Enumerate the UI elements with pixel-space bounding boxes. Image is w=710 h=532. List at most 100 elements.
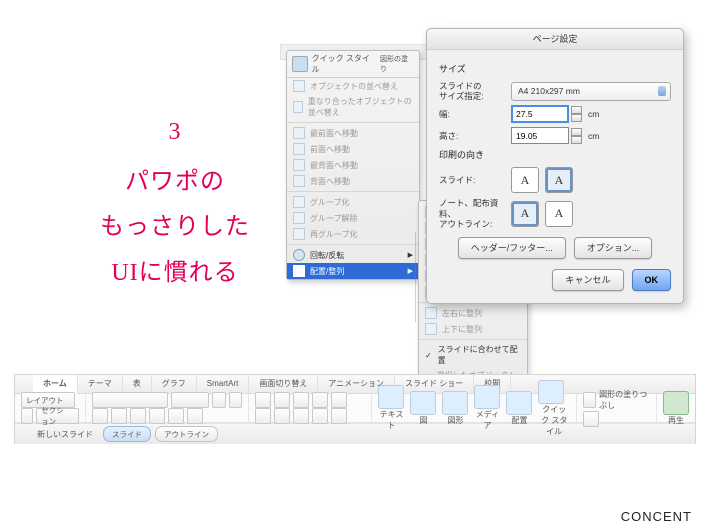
ins-arrange[interactable]: [506, 391, 532, 415]
indent-dec[interactable]: [293, 392, 309, 408]
notes-portrait[interactable]: A: [511, 201, 539, 227]
new-slide-small[interactable]: [19, 427, 33, 441]
dialog-title: ページ設定: [427, 29, 683, 50]
height-stepper[interactable]: [571, 128, 582, 144]
line-spacing[interactable]: [331, 392, 347, 408]
new-slide-button[interactable]: [21, 408, 33, 424]
strike-button[interactable]: [149, 408, 165, 424]
align-j[interactable]: [312, 408, 328, 424]
apple-icon[interactable]: [15, 375, 33, 393]
separator: [419, 339, 527, 340]
slide-orient-label: スライド:: [439, 175, 511, 185]
menu-regroup[interactable]: 再グループ化: [287, 226, 419, 242]
slide-portrait[interactable]: A: [511, 167, 539, 193]
separator: [287, 191, 419, 192]
ins-picture[interactable]: [410, 391, 436, 415]
tab-theme[interactable]: テーマ: [78, 375, 123, 393]
header-footer-button[interactable]: ヘッダー/フッター...: [458, 237, 566, 259]
ribbon-groups: レイアウト セクション: [15, 394, 695, 423]
relative-slide[interactable]: ✓スライドに合わせて配置: [419, 342, 527, 368]
bullets[interactable]: [255, 392, 271, 408]
tab-table[interactable]: 表: [123, 375, 152, 393]
numbering[interactable]: [274, 392, 290, 408]
distribute-v[interactable]: 上下に整列: [419, 321, 527, 337]
width-input[interactable]: [511, 105, 569, 123]
menu-rotate[interactable]: 回転/反転▶: [287, 247, 419, 263]
separator: [287, 122, 419, 123]
fill-label[interactable]: 図形の塗り: [380, 54, 414, 74]
tab-chart[interactable]: グラフ: [152, 375, 197, 393]
ins-quickstyle[interactable]: [538, 380, 564, 404]
font-select[interactable]: [92, 392, 167, 408]
view-outline-pill[interactable]: アウトライン: [155, 426, 218, 442]
menu-send-back[interactable]: 最背面へ移動: [287, 157, 419, 173]
grow-font[interactable]: [212, 392, 226, 408]
menu-bring-front[interactable]: 最前面へ移動: [287, 125, 419, 141]
ins-text[interactable]: [378, 385, 404, 409]
underline-button[interactable]: [130, 408, 146, 424]
check-icon: ✓: [425, 351, 433, 360]
ins-media[interactable]: [474, 385, 500, 409]
chevron-right-icon: ▶: [408, 251, 413, 259]
menu-reorder-2[interactable]: 重なり合ったオブジェクトの並べ替え: [287, 94, 419, 120]
height-input[interactable]: [511, 127, 569, 144]
layer-icon: [293, 127, 305, 139]
arrange-menu: ▶ クイック スタイル 図形の塗り オブジェクトの並べ替え 重なり合ったオブジェ…: [286, 50, 420, 280]
width-label: 幅:: [439, 109, 511, 119]
grp-insert: テキスト 図 図形 メディア 配置 クイック スタイル: [372, 394, 577, 422]
headline-l2: もっさりした: [100, 214, 250, 240]
align-r[interactable]: [293, 408, 309, 424]
unit-label: cm: [588, 109, 599, 119]
play-button[interactable]: [663, 391, 689, 415]
slide-size-label: スライドの サイズ指定:: [439, 81, 511, 101]
align-c[interactable]: [274, 408, 290, 424]
page-setup-dialog: ページ設定 サイズ スライドの サイズ指定: A4 210x297 mm 幅: …: [426, 28, 684, 304]
guide-line: [415, 232, 416, 322]
size-group-label: サイズ: [439, 62, 671, 75]
reorder-icon: [293, 101, 303, 113]
options-button[interactable]: オプション...: [574, 237, 653, 259]
slide-landscape[interactable]: A: [545, 167, 573, 193]
font-color[interactable]: [168, 408, 184, 424]
menu-group[interactable]: グループ化: [287, 194, 419, 210]
menu-ungroup[interactable]: グループ解除: [287, 210, 419, 226]
notes-landscape[interactable]: A: [545, 201, 573, 227]
ins-shape[interactable]: [442, 391, 468, 415]
dist-v-icon: [425, 323, 437, 335]
slide-size-select[interactable]: A4 210x297 mm: [511, 82, 671, 101]
orient-group-label: 印刷の向き: [439, 148, 671, 161]
headline-number: 3: [60, 110, 290, 156]
quick-style-label[interactable]: クイック スタイル: [312, 53, 376, 75]
cancel-button[interactable]: キャンセル: [552, 269, 623, 291]
arrange-menu-header: クイック スタイル 図形の塗り: [287, 51, 419, 78]
columns[interactable]: [331, 408, 347, 424]
bold-button[interactable]: [92, 408, 108, 424]
arrange-icon[interactable]: [292, 56, 308, 72]
indent-inc[interactable]: [312, 392, 328, 408]
shape-fill[interactable]: [583, 392, 596, 408]
tab-transition[interactable]: 画面切り替え: [249, 375, 318, 393]
ribbon: ホーム テーマ 表 グラフ SmartArt 画面切り替え アニメーション スラ…: [14, 374, 696, 444]
italic-button[interactable]: [111, 408, 127, 424]
headline: 3 パワポの もっさりした UIに慣れる: [60, 110, 290, 296]
layer-icon: [293, 175, 305, 187]
view-slide-pill[interactable]: スライド: [103, 426, 151, 442]
menu-send-backward[interactable]: 背面へ移動: [287, 173, 419, 189]
shrink-font[interactable]: [229, 392, 243, 408]
font-size[interactable]: [171, 392, 209, 408]
layer-icon: [293, 143, 305, 155]
menu-reorder-1[interactable]: オブジェクトの並べ替え: [287, 78, 419, 94]
tab-smartart[interactable]: SmartArt: [197, 375, 250, 393]
menu-align[interactable]: 配置/整列▶: [287, 263, 419, 279]
section-select[interactable]: セクション: [36, 408, 79, 424]
notes-orient-label: ノート、配布資料、 アウトライン:: [439, 198, 511, 229]
align-l[interactable]: [255, 408, 271, 424]
width-stepper[interactable]: [571, 106, 582, 122]
group-icon: [293, 228, 305, 240]
shape-line[interactable]: [583, 411, 599, 427]
menu-bring-forward[interactable]: 前面へ移動: [287, 141, 419, 157]
ok-button[interactable]: OK: [632, 269, 672, 291]
distribute-h[interactable]: 左右に整列: [419, 305, 527, 321]
highlight[interactable]: [187, 408, 203, 424]
grp-format: 図形の塗りつぶし: [577, 394, 657, 422]
